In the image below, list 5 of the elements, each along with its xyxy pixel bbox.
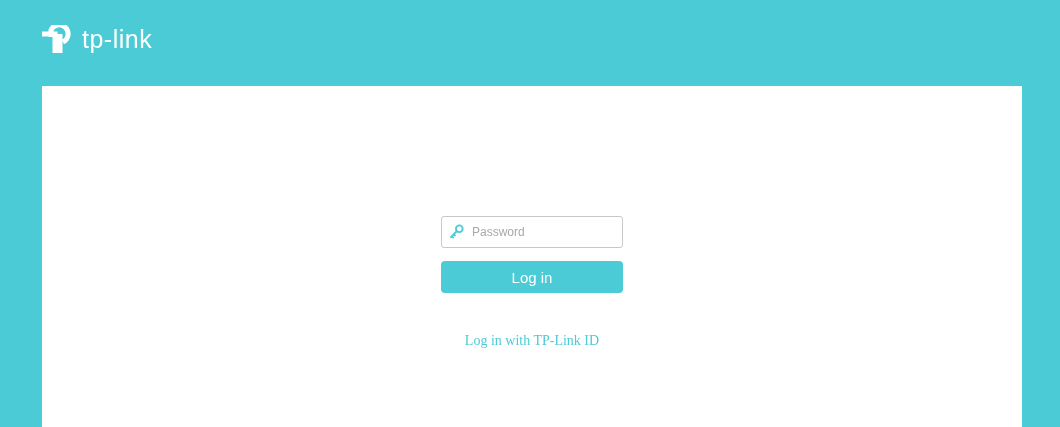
- logo-text: tp-link: [82, 26, 153, 52]
- logo-icon: [42, 25, 74, 53]
- tp-link-id-link[interactable]: Log in with TP-Link ID: [464, 333, 600, 349]
- login-button[interactable]: Log in: [441, 261, 623, 293]
- password-field[interactable]: Password: [441, 216, 623, 248]
